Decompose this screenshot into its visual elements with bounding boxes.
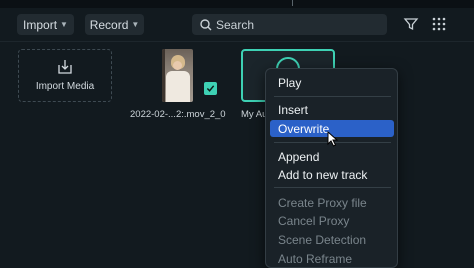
menu-separator	[274, 187, 391, 188]
cursor-icon	[327, 131, 339, 147]
checkmark-icon	[204, 82, 217, 95]
video-file-label: 2022-02-...2:.mov_2_0	[130, 109, 226, 120]
menu-item-auto-reframe: Auto Reframe	[278, 251, 353, 266]
search-input[interactable]: Search	[192, 14, 387, 35]
window-top-strip	[0, 0, 474, 8]
filter-icon[interactable]	[403, 16, 419, 32]
media-toolbar: Import ▼ Record ▼ Search	[0, 8, 474, 42]
chevron-down-icon: ▼	[60, 20, 68, 29]
context-menu: Play Insert Overwrite Append Add to new …	[265, 68, 398, 268]
menu-item-add-to-new-track[interactable]: Add to new track	[270, 166, 394, 183]
import-media-label: Import Media	[35, 81, 95, 92]
menu-item-insert[interactable]: Insert	[270, 101, 394, 118]
menu-item-play[interactable]: Play	[270, 74, 394, 91]
import-dropdown-button[interactable]: Import ▼	[17, 14, 74, 35]
import-button-label: Import	[23, 17, 58, 32]
menu-item-cancel-proxy: Cancel Proxy	[278, 213, 350, 228]
menu-item-scene-detection: Scene Detection	[278, 232, 367, 247]
thumbnail-figure-coat	[166, 71, 190, 102]
record-dropdown-button[interactable]: Record ▼	[85, 14, 144, 35]
menu-separator	[274, 96, 391, 97]
menu-item-append[interactable]: Append	[270, 148, 394, 165]
record-button-label: Record	[89, 17, 129, 32]
search-icon	[200, 18, 212, 30]
import-media-card[interactable]: Import Media	[18, 49, 112, 102]
chevron-down-icon: ▼	[131, 20, 140, 29]
thumbnail-background	[162, 49, 165, 102]
menu-item-create-proxy-file: Create Proxy file	[278, 195, 367, 210]
grid-icon[interactable]	[431, 16, 447, 32]
top-divider	[292, 0, 293, 6]
audio-file-label: My Au	[241, 109, 268, 120]
toolbar-divider	[0, 41, 474, 42]
search-placeholder: Search	[216, 17, 255, 32]
import-icon	[58, 60, 72, 74]
thumbnail-figure-face	[173, 61, 182, 70]
video-thumbnail[interactable]	[162, 49, 193, 102]
